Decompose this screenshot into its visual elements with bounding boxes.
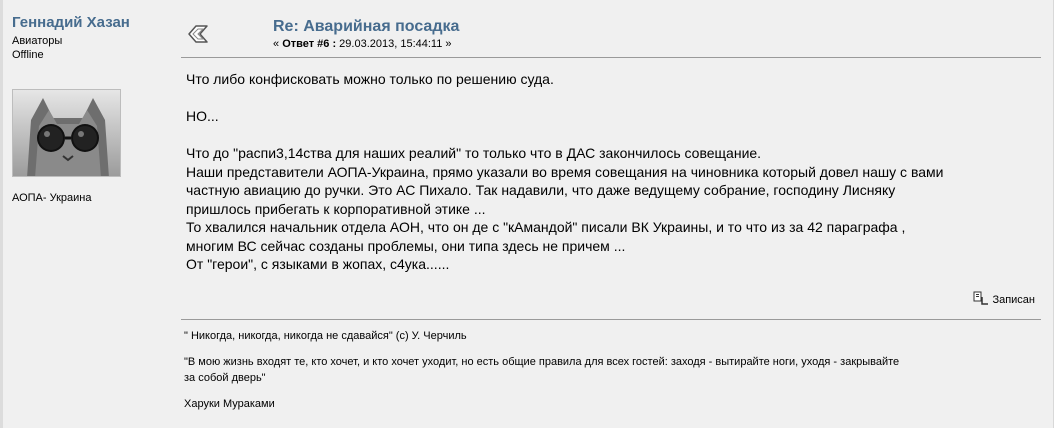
signature-line: Харуки Мураками: [184, 398, 275, 410]
signature-spacer: [184, 344, 1044, 354]
meta-prefix: «: [273, 38, 283, 50]
poster-name-link[interactable]: Геннадий Хазан: [12, 14, 162, 31]
ip-logged-icon: [973, 291, 989, 308]
reply-number: Ответ #6 :: [282, 38, 337, 50]
signature: " Никогда, никогда, никогда не сдавайся"…: [184, 328, 1044, 412]
body-line: многим ВС сейчас созданы проблемы, они т…: [186, 237, 626, 254]
body-line: НО...: [186, 108, 219, 124]
signature-line: за собой дверь": [184, 372, 266, 384]
body-line: пришлось прибегать к корпоративной этике…: [186, 200, 486, 217]
poster-personal-text: АОПА- Украина: [12, 192, 92, 204]
cat-with-sunglasses-avatar-image: [13, 90, 120, 176]
header-divider: [181, 57, 1041, 58]
post-body: Что либо конфисковать можно только по ре…: [186, 70, 1036, 274]
avatar: [12, 89, 121, 177]
post-meta: « Ответ #6 : 29.03.2013, 15:44:11 »: [273, 38, 452, 50]
signature-divider: [181, 319, 1041, 320]
poster-info: Геннадий Хазан Авиаторы Offline: [12, 14, 162, 61]
poster-status: Offline: [12, 49, 44, 61]
body-line: частную авиацию до ручки. Это АС Пихало.…: [186, 182, 896, 198]
body-line: Что либо конфисковать можно только по ре…: [186, 71, 554, 87]
body-line: То хвалился начальник отдела АОН, что он…: [186, 219, 906, 235]
body-line: Наши представители АОПА-Украина, прямо у…: [186, 163, 944, 180]
forum-post: Геннадий Хазан Авиаторы Offline АОПА- Ук…: [0, 0, 1054, 428]
post-subject-link[interactable]: Re: Аварийная посадка: [273, 18, 459, 36]
poster-group: Авиаторы: [12, 35, 63, 47]
recorded-button[interactable]: Записан: [973, 291, 1035, 308]
message-icon: [187, 24, 209, 44]
post-left-border: [0, 0, 3, 428]
signature-line: "В мою жизнь входят те, кто хочет, и кто…: [184, 356, 900, 368]
post-date: 29.03.2013, 15:44:11 »: [336, 38, 452, 50]
signature-spacer: [184, 386, 1044, 396]
body-line: Что до "распи3,14ства для наших реалий" …: [186, 145, 762, 161]
signature-line: " Никогда, никогда, никогда не сдавайся"…: [184, 330, 467, 342]
body-line: От "герои", с языками в жопах, с4ука....…: [186, 256, 450, 272]
recorded-label: Записан: [992, 293, 1035, 306]
